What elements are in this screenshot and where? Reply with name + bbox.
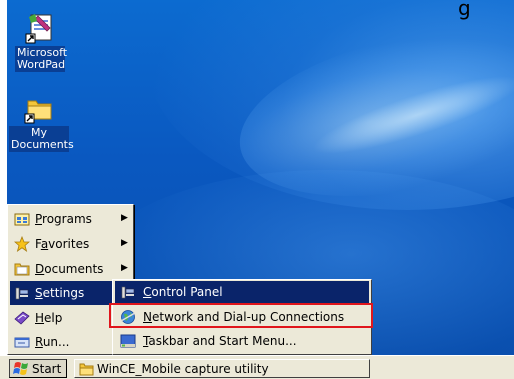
label-rest: un...: [42, 335, 70, 349]
label-rest: rograms: [42, 212, 92, 226]
submenu-arrow-icon: ▶: [121, 238, 128, 248]
screen: Microsoft WordPad My Documents g Program…: [0, 0, 514, 379]
highlight-box: [109, 303, 373, 328]
settings-icon: [15, 287, 29, 300]
desktop-icon-wordpad[interactable]: Microsoft WordPad: [15, 12, 67, 72]
folder-icon: [24, 100, 52, 124]
taskbar-window-label: WinCE_Mobile capture utility: [97, 362, 269, 376]
submenu-item-label: Taskbar and Start Menu...: [143, 334, 297, 348]
submenu-item-label: Control Panel: [143, 285, 223, 299]
submenu-item-taskbar[interactable]: Taskbar and Start Menu...: [115, 330, 369, 353]
access-key: S: [35, 286, 43, 300]
control-panel-icon: [121, 286, 135, 299]
submenu-arrow-icon: ▶: [121, 263, 128, 273]
run-icon: [14, 337, 30, 348]
submenu-arrow-icon: ▶: [121, 213, 128, 223]
edge-text: g: [458, 0, 471, 20]
taskbar-icon: [120, 334, 136, 348]
menu-item-label: Programs: [35, 212, 92, 226]
label-line: WordPad: [17, 58, 66, 71]
label-rest: ontrol Panel: [151, 285, 223, 299]
menu-item-label: Favorites: [35, 237, 89, 251]
taskbar: Start WinCE_Mobile capture utility: [0, 355, 514, 379]
label-rest: vorites: [48, 237, 90, 251]
submenu-item-control-panel[interactable]: Control Panel: [115, 281, 369, 304]
start-menu-item-documents[interactable]: Documents ▶: [10, 257, 131, 281]
menu-item-label: Help: [35, 311, 62, 325]
start-menu-item-favorites[interactable]: Favorites ▶: [10, 232, 131, 256]
desktop-icon-label: My Documents: [9, 126, 74, 152]
label-rest: ocuments: [44, 262, 104, 276]
access-key: H: [35, 311, 45, 325]
desktop-icon-my-documents[interactable]: My Documents: [9, 92, 74, 152]
documents-icon: [14, 263, 30, 276]
windows-logo-icon: [13, 362, 28, 375]
taskbar-window-button[interactable]: WinCE_Mobile capture utility: [74, 359, 370, 378]
label-rest: ettings: [42, 286, 85, 300]
menu-item-label: Run...: [35, 335, 69, 349]
access-key: D: [35, 262, 45, 276]
access-key: R: [35, 335, 43, 349]
wordpad-icon: [25, 14, 52, 44]
label-rest: elp: [44, 311, 63, 325]
help-icon: [14, 311, 30, 325]
access-key: P: [35, 212, 43, 226]
menu-item-label: Documents: [35, 262, 103, 276]
start-menu-item-programs[interactable]: Programs ▶: [10, 207, 131, 231]
desktop-icon-label: Microsoft WordPad: [15, 46, 67, 72]
label-rest: askbar and Start Menu...: [148, 334, 297, 348]
programs-icon: [14, 213, 30, 226]
start-button[interactable]: Start: [9, 359, 67, 378]
start-label: Start: [32, 362, 62, 376]
folder-icon: [79, 363, 94, 376]
menu-item-label: Settings: [35, 286, 84, 300]
star-icon: [14, 236, 30, 252]
label-line: Documents: [11, 138, 74, 151]
